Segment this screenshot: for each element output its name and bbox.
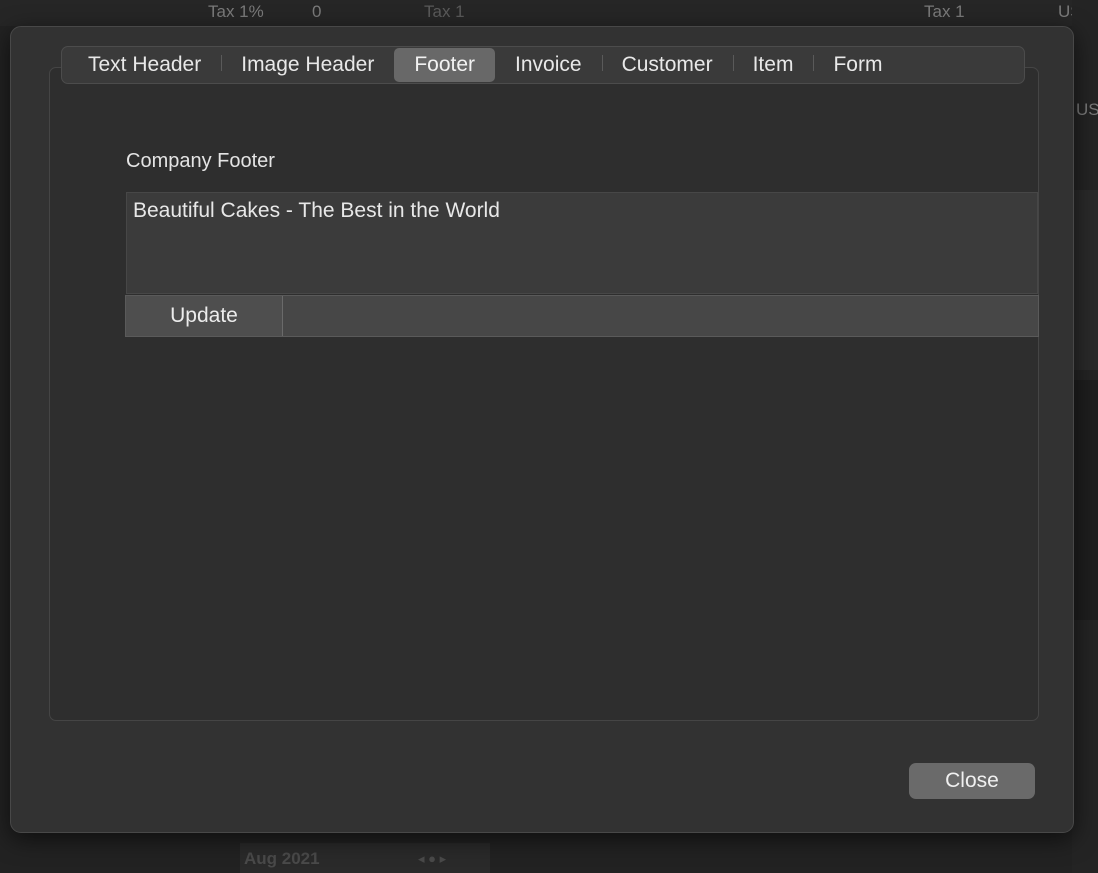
bg-date-label: Aug 2021 (244, 849, 320, 868)
background-date-bar: Aug 2021 ◂ ● ▸ (240, 843, 490, 873)
tab-text-header[interactable]: Text Header (68, 48, 221, 82)
tab-item[interactable]: Item (732, 48, 814, 82)
company-footer-textarea[interactable]: Beautiful Cakes - The Best in the World (126, 192, 1038, 294)
tab-footer[interactable]: Footer (394, 48, 496, 82)
update-bar-empty-segment (283, 296, 1038, 336)
bg-tax-field: Tax 1 (424, 2, 465, 21)
bg-tax-value: 0 (312, 2, 322, 21)
tab-customer[interactable]: Customer (601, 48, 733, 82)
bg-side-currency: US$ (1076, 100, 1098, 119)
tab-image-header[interactable]: Image Header (221, 48, 394, 82)
company-footer-label: Company Footer (126, 150, 275, 172)
settings-sheet: Company Footer Beautiful Cakes - The Bes… (10, 26, 1074, 833)
settings-tab-bar: Text Header Image Header Footer Invoice … (61, 46, 1025, 84)
tab-form[interactable]: Form (813, 48, 902, 82)
bg-side-block (1072, 190, 1098, 370)
update-bar: Update (125, 295, 1039, 337)
bg-side-block-dark (1072, 380, 1098, 620)
close-button[interactable]: Close (909, 763, 1035, 799)
update-button[interactable]: Update (126, 296, 283, 336)
tab-invoice[interactable]: Invoice (495, 48, 602, 82)
background-toolbar: Tax 1% 0 Tax 1 Tax 1 US$ (0, 0, 1098, 26)
bg-month-nav: ◂ ● ▸ (418, 851, 447, 866)
tab-content-panel: Company Footer Beautiful Cakes - The Bes… (49, 67, 1039, 721)
bg-tax-percent-label: Tax 1% (208, 2, 264, 21)
bg-tax-label-right: Tax 1 (924, 2, 965, 21)
